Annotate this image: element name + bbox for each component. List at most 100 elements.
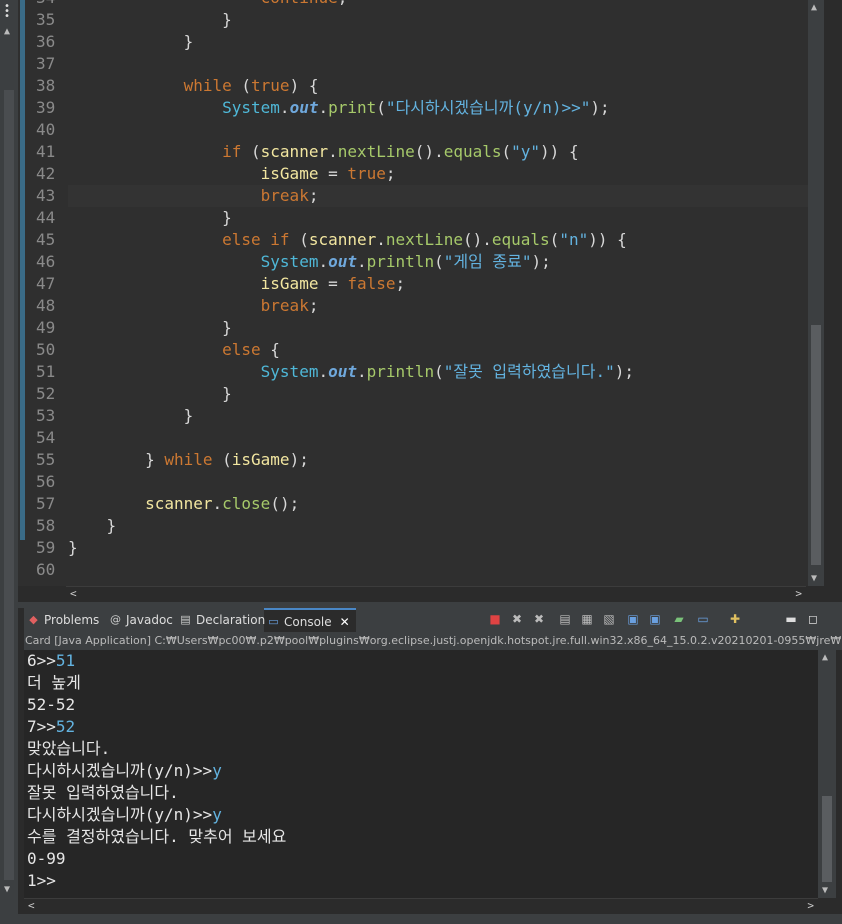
editor-horizontal-scrollbar[interactable]: < > xyxy=(66,586,806,602)
code-line[interactable] xyxy=(68,559,808,581)
console-line: 다시하시겠습니까(y/n)>>y xyxy=(24,804,818,826)
console-line: 52-52 xyxy=(24,694,818,716)
code-line[interactable] xyxy=(68,119,808,141)
line-number: 40 xyxy=(36,120,56,139)
change-marker xyxy=(20,0,25,540)
tab-javadoc[interactable]: @ Javadoc xyxy=(106,608,173,632)
word-wrap-icon[interactable]: ▧ xyxy=(602,612,616,626)
scroll-up-icon[interactable]: ▲ xyxy=(822,652,828,663)
console-output-text: 1>> xyxy=(27,871,56,890)
remove-launch-icon[interactable]: ✖ xyxy=(510,612,524,626)
code-line[interactable]: } xyxy=(68,207,808,229)
console-user-input: 51 xyxy=(55,651,76,670)
code-line[interactable]: } xyxy=(68,405,808,427)
line-number: 54 xyxy=(36,428,56,447)
show-on-stdout-icon[interactable]: ▣ xyxy=(626,612,640,626)
code-line[interactable]: } xyxy=(68,317,808,339)
remove-all-launches-icon[interactable]: ✖ xyxy=(532,612,546,626)
view-tab-bar: ▭ Console ✕ ▤ Declaration @ Javadoc ◆ Problems ■… xyxy=(24,608,842,632)
javadoc-icon: @ xyxy=(110,613,121,626)
line-number: 60 xyxy=(36,560,56,579)
close-tab-icon[interactable]: ✕ xyxy=(340,610,350,634)
open-console-icon[interactable]: ✚ xyxy=(728,612,742,626)
code-line[interactable]: break; xyxy=(68,185,808,207)
code-line[interactable]: while (true) { xyxy=(68,75,808,97)
tab-declaration[interactable]: ▤ Declaration xyxy=(176,608,265,632)
line-number: 49 xyxy=(36,318,56,337)
code-area[interactable]: continue; } } while (true) { System.out.… xyxy=(68,0,808,581)
code-line[interactable] xyxy=(68,427,808,449)
minimize-icon[interactable]: ▬ xyxy=(784,612,798,626)
code-line[interactable]: else if (scanner.nextLine().equals("n"))… xyxy=(68,229,808,251)
line-number: 46 xyxy=(36,252,56,271)
scrollbar-thumb[interactable] xyxy=(811,325,821,565)
line-number: 50 xyxy=(36,340,56,359)
code-line[interactable]: System.out.println("잘못 입력하였습니다."); xyxy=(68,361,808,383)
display-console-icon[interactable]: ▭ xyxy=(696,612,710,626)
pin-console-icon[interactable]: ▰ xyxy=(672,612,686,626)
line-number: 51 xyxy=(36,362,56,381)
console-output[interactable]: 6>>51 더 높게 52-52 7>>52 맞았습니다. 다시하시겠습니까(y/n)>>… xyxy=(24,650,818,898)
console-output-text: 잘못 입력하였습니다. xyxy=(27,783,179,802)
code-line[interactable]: else { xyxy=(68,339,808,361)
console-output-text: 0-99 xyxy=(27,849,66,868)
code-line[interactable]: isGame = false; xyxy=(68,273,808,295)
line-number: 55 xyxy=(36,450,56,469)
scrollbar-thumb[interactable] xyxy=(822,796,832,882)
code-line[interactable] xyxy=(68,471,808,493)
scroll-up-icon[interactable]: ▲ xyxy=(811,2,817,13)
console-output-text: 수를 결정하였습니다. 맞추어 보세요 xyxy=(27,827,287,846)
scroll-lock-icon[interactable]: ▦ xyxy=(580,612,594,626)
code-line[interactable]: } xyxy=(68,9,808,31)
code-line[interactable]: scanner.close(); xyxy=(68,493,808,515)
tab-problems[interactable]: ◆ Problems xyxy=(24,608,99,632)
console-line: 6>>51 xyxy=(24,650,818,672)
show-on-stderr-icon[interactable]: ▣ xyxy=(648,612,662,626)
console-horizontal-scrollbar[interactable]: < > xyxy=(24,898,818,914)
view-menu-icon[interactable]: • • • xyxy=(4,2,10,22)
tab-label: Javadoc xyxy=(126,613,173,627)
scroll-right-icon[interactable]: > xyxy=(807,899,814,912)
scroll-down-icon[interactable]: ▼ xyxy=(811,573,817,584)
code-line[interactable]: } xyxy=(68,383,808,405)
code-line[interactable]: System.out.println("게임 종료"); xyxy=(68,251,808,273)
code-editor[interactable]: 3435 36 37 38 39 40 41 42 43 44 45 46 47 48 49 50 51 52 53… xyxy=(18,0,824,586)
clear-console-icon[interactable]: ▤ xyxy=(558,612,572,626)
console-output-text: 7>> xyxy=(27,717,56,736)
left-scrollbar[interactable] xyxy=(4,90,14,880)
tab-console[interactable]: ▭ Console ✕ xyxy=(264,608,356,632)
console-output-text: 맞았습니다. xyxy=(27,739,111,758)
scroll-left-icon[interactable]: < xyxy=(28,899,35,912)
maximize-icon[interactable]: ◻ xyxy=(806,612,820,626)
console-line: 맞았습니다. xyxy=(24,738,818,760)
code-line[interactable]: break; xyxy=(68,295,808,317)
code-line[interactable]: continue; xyxy=(68,0,808,9)
code-line[interactable]: isGame = true; xyxy=(68,163,808,185)
console-user-input: 52 xyxy=(55,717,76,736)
console-vertical-scrollbar[interactable]: ▲ ▼ xyxy=(818,650,836,898)
code-line[interactable]: } xyxy=(68,31,808,53)
code-line[interactable]: } xyxy=(68,515,808,537)
code-line[interactable]: } while (isGame); xyxy=(68,449,808,471)
code-line[interactable]: if (scanner.nextLine().equals("y")) { xyxy=(68,141,808,163)
line-number: 42 xyxy=(36,164,56,183)
scroll-right-icon[interactable]: > xyxy=(795,587,802,600)
line-number: 34 xyxy=(26,0,68,9)
scroll-down-icon[interactable]: ▼ xyxy=(822,885,828,896)
left-trim: • • • ▲ ▼ xyxy=(0,0,18,924)
code-line[interactable]: } xyxy=(68,537,808,559)
declaration-icon: ▤ xyxy=(180,613,191,626)
terminate-icon[interactable]: ■ xyxy=(488,612,502,626)
code-line[interactable]: System.out.print("다시하시겠습니까(y/n)>>"); xyxy=(68,97,808,119)
line-number: 57 xyxy=(36,494,56,513)
scroll-left-icon[interactable]: < xyxy=(70,587,77,600)
scroll-down-icon[interactable]: ▼ xyxy=(4,884,10,895)
line-number: 35 xyxy=(36,10,56,29)
line-number: 52 xyxy=(36,384,56,403)
editor-vertical-scrollbar[interactable]: ▲ ▼ xyxy=(808,0,824,586)
code-line[interactable] xyxy=(68,53,808,75)
line-number-gutter: 3435 36 37 38 39 40 41 42 43 44 45 46 47 48 49 50 51 52 53… xyxy=(26,0,68,581)
console-line: 1>> xyxy=(24,870,818,892)
scroll-up-icon[interactable]: ▲ xyxy=(4,26,10,37)
console-output-text: 6>> xyxy=(27,651,56,670)
